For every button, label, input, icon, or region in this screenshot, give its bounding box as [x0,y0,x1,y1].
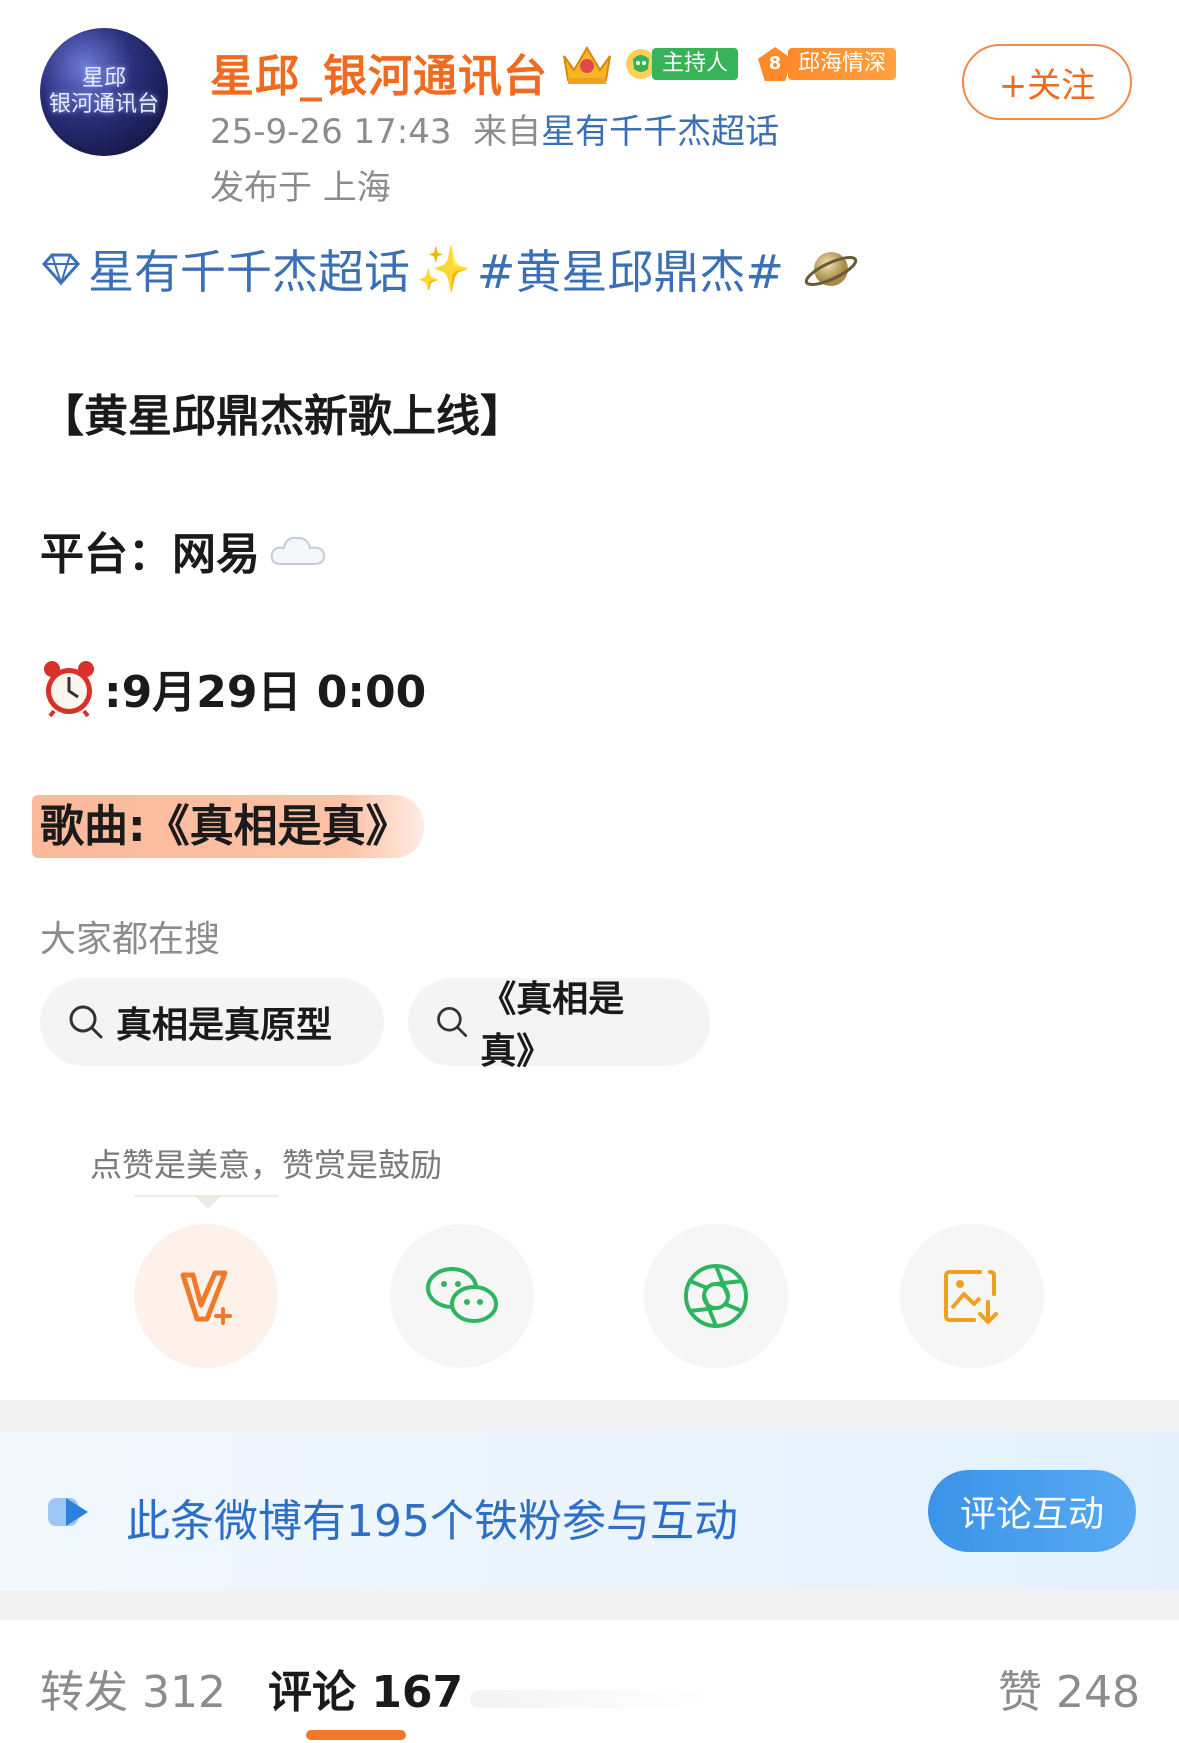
wechat-share-button[interactable] [390,1224,534,1368]
section-divider [0,1590,1179,1620]
alarm-clock-icon [44,661,94,717]
wechat-icon [426,1267,498,1323]
search-icon [437,1007,468,1037]
section-divider [0,1400,1179,1432]
save-image-button[interactable] [900,1224,1044,1368]
from-prefix: 来自 [473,112,542,152]
post-title: 【黄星邱鼎杰新歌上线】 [40,391,524,442]
avatar-text: 星邱 银河通讯台 [48,66,159,117]
search-chip-label: 《真相是真》 [480,979,625,1072]
comment-interact-button[interactable]: 评论互动 [928,1470,1136,1552]
search-section-title: 大家都在搜 [40,919,221,960]
search-chip-label: 真相是真原型 [116,1005,333,1046]
topic-link[interactable]: 星有千千杰超话 [88,236,410,302]
post-meta: 25-9-26 17:43 来自星有千千杰超话 [210,104,779,153]
crown-badge-icon [563,46,611,84]
fan-interaction-text: 此条微博有195个铁粉参与互动 [126,1496,738,1547]
post-location: 发布于 上海 [210,168,391,208]
tip-caret [194,1195,222,1209]
sparkles-icon: ✨ [416,244,471,295]
reward-tip: 点赞是美意，赞赏是鼓励 [90,1146,443,1184]
song-line: 歌曲:《真相是真》 [32,790,424,858]
username[interactable]: 星邱_银河通讯台 [210,40,548,104]
avatar[interactable]: 星邱 银河通讯台 [40,28,168,156]
topic-line: 星有千千杰超话 ✨ #黄星邱鼎杰# [40,236,860,302]
tab-comment[interactable]: 评论 167 [268,1656,463,1720]
cloud-icon [270,536,326,565]
search-chip-2[interactable]: 《真相是真》 [408,978,710,1072]
fan-level-badge[interactable]: 8 邱海情深 [758,46,897,82]
host-badge-label: 主持人 [652,48,739,80]
v-plus-reward-icon [180,1270,232,1325]
fan-level-number: 8 [758,47,792,81]
active-tab-indicator [306,1730,406,1740]
tab-repost[interactable]: 转发 312 [40,1656,226,1720]
source-link[interactable]: 星有千千杰超话 [541,112,779,152]
post-time: 25-9-26 17:43 [210,112,452,152]
platform-text: 平台：网易 [40,529,260,580]
search-icon [69,1005,103,1039]
diamond-icon [41,253,81,286]
save-image-icon [944,1270,998,1324]
moments-aperture-icon [684,1264,748,1328]
host-badge: 主持人 [624,46,739,82]
follow-button[interactable]: +关注 [962,44,1132,120]
tab-like[interactable]: 赞 248 [998,1656,1140,1720]
fan-badge-label: 邱海情深 [788,48,897,80]
release-time-line: :9月29日 0:00 [40,656,426,720]
search-chip-1[interactable]: 真相是真原型 [40,978,384,1066]
tab-fade-overlay [470,1690,710,1708]
reward-button[interactable] [134,1224,278,1368]
song-highlight: 歌曲:《真相是真》 [32,795,424,858]
hashtag-link[interactable]: #黄星邱鼎杰# [477,236,784,302]
fan-flag-icon [48,1498,88,1526]
moments-share-button[interactable] [644,1224,788,1368]
release-time-text: :9月29日 0:00 [104,667,427,718]
planet-icon [804,252,858,287]
platform-line: 平台：网易 [40,518,328,582]
